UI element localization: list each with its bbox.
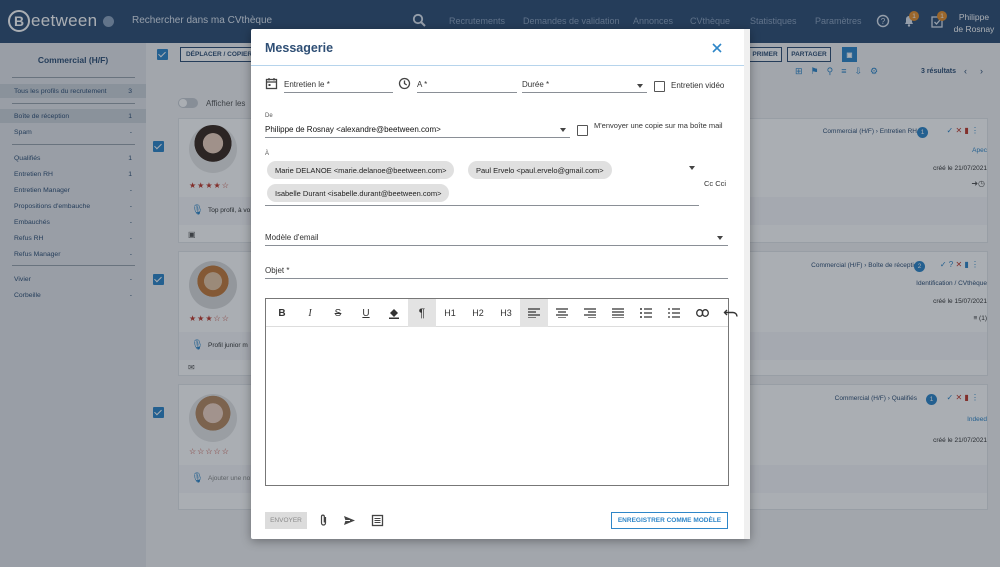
send-copy-checkbox[interactable]: [577, 125, 588, 136]
close-icon[interactable]: [710, 41, 724, 55]
duration-placeholder: Durée *: [522, 80, 550, 89]
recipients-field[interactable]: Marie DELANOE <marie.delanoe@beetween.co…: [265, 158, 699, 206]
align-center-icon: [556, 308, 568, 318]
link-icon: [695, 309, 709, 317]
calendar-icon[interactable]: [265, 77, 278, 90]
to-label: À: [265, 151, 270, 157]
numbered-list-button[interactable]: [660, 299, 688, 327]
heading3-button[interactable]: H3: [492, 299, 520, 327]
subject-placeholder: Objet *: [265, 266, 290, 275]
template-placeholder: Modèle d'email: [265, 233, 319, 242]
numbered-list-icon: [668, 308, 680, 318]
send-copy-label: M'envoyer une copie sur ma boîte mail: [594, 121, 723, 130]
interview-date-field[interactable]: Entretien le *: [284, 77, 393, 93]
editor-content[interactable]: [266, 327, 728, 485]
email-template-select[interactable]: Modèle d'email: [265, 230, 728, 246]
link-button[interactable]: [688, 299, 716, 327]
modal-header: Messagerie: [251, 29, 744, 66]
bold-button[interactable]: B: [268, 299, 296, 327]
chevron-down-icon[interactable]: [637, 84, 643, 88]
paragraph-button[interactable]: ¶: [408, 299, 436, 327]
cc-bcc-toggle[interactable]: Cc Cci: [704, 179, 726, 188]
from-value: Philippe de Rosnay <alexandre@beetween.c…: [265, 125, 441, 134]
time-placeholder: A *: [417, 80, 428, 89]
recipient-chip[interactable]: Paul Ervelo <paul.ervelo@gmail.com>: [468, 161, 612, 179]
template-icon[interactable]: [371, 514, 384, 527]
rich-text-editor[interactable]: B I S U ¶ H1 H2 H3: [265, 298, 729, 486]
save-as-template-button[interactable]: ENREGISTRER COMME MODÈLE: [611, 512, 728, 529]
from-select[interactable]: Philippe de Rosnay <alexandre@beetween.c…: [265, 122, 570, 138]
recipient-chip[interactable]: Isabelle Durant <isabelle.durant@beetwee…: [267, 184, 450, 202]
messaging-modal: Messagerie Entretien le * A * Durée * En…: [251, 29, 750, 539]
align-center-button[interactable]: [548, 299, 576, 327]
chevron-down-icon[interactable]: [689, 166, 695, 170]
chevron-down-icon[interactable]: [717, 236, 723, 240]
attachment-icon[interactable]: [317, 514, 330, 527]
clock-icon[interactable]: [398, 77, 411, 90]
justify-button[interactable]: [604, 299, 632, 327]
chevron-down-icon[interactable]: [560, 128, 566, 132]
align-left-button[interactable]: [520, 299, 548, 327]
bullet-list-button[interactable]: [632, 299, 660, 327]
video-interview-label: Entretien vidéo: [671, 81, 725, 90]
underline-button[interactable]: U: [352, 299, 380, 327]
paint-bucket-icon: [389, 309, 399, 319]
recipient-chip[interactable]: Marie DELANOE <marie.delanoe@beetween.co…: [267, 161, 455, 179]
modal-title: Messagerie: [265, 41, 334, 55]
modal-scrollbar[interactable]: [744, 29, 750, 539]
bullet-list-icon: [640, 308, 652, 318]
scheduled-send-icon[interactable]: [343, 514, 356, 527]
heading2-button[interactable]: H2: [464, 299, 492, 327]
italic-button[interactable]: I: [296, 299, 324, 327]
strikethrough-button[interactable]: S: [324, 299, 352, 327]
align-right-button[interactable]: [576, 299, 604, 327]
fill-color-button[interactable]: [380, 299, 408, 327]
editor-toolbar: B I S U ¶ H1 H2 H3: [266, 299, 728, 327]
align-left-icon: [528, 308, 540, 318]
video-interview-checkbox[interactable]: [654, 81, 665, 92]
from-label: De: [265, 113, 273, 119]
duration-select[interactable]: Durée *: [522, 77, 647, 93]
align-right-icon: [584, 308, 596, 318]
send-button[interactable]: ENVOYER: [265, 512, 307, 529]
undo-icon[interactable]: [723, 304, 739, 320]
subject-input[interactable]: Objet *: [265, 263, 728, 279]
heading1-button[interactable]: H1: [436, 299, 464, 327]
time-field[interactable]: A *: [417, 77, 517, 93]
justify-icon: [612, 308, 624, 318]
interview-date-placeholder: Entretien le *: [284, 80, 330, 89]
